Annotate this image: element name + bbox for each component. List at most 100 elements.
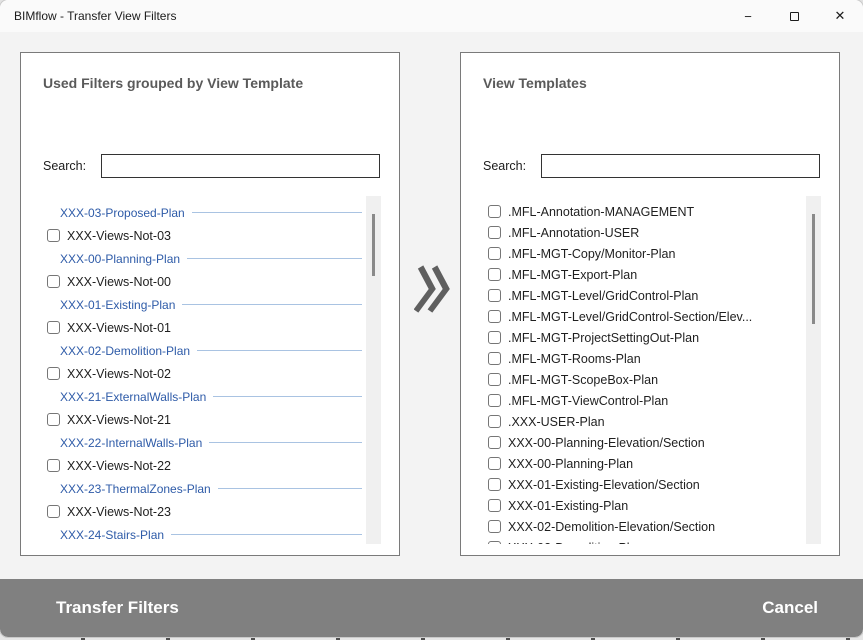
view-templates-search-input[interactable] — [541, 154, 820, 178]
checkbox-item-label: .MFL-MGT-Rooms-Plan — [508, 352, 641, 366]
checkbox-list-item[interactable]: XXX-Views-Not-21 — [30, 408, 366, 431]
checkbox-icon[interactable] — [47, 275, 60, 288]
group-separator-line — [171, 534, 362, 535]
checkbox-icon[interactable] — [488, 541, 501, 544]
checkbox-icon[interactable] — [488, 457, 501, 470]
checkbox-item-label: XXX-Views-Not-02 — [67, 367, 171, 381]
view-templates-panel-title: View Templates — [483, 75, 587, 91]
checkbox-list-item[interactable]: XXX-Views-Not-03 — [30, 224, 366, 247]
checkbox-icon[interactable] — [488, 478, 501, 491]
group-separator-line — [197, 350, 362, 351]
checkbox-icon[interactable] — [488, 373, 501, 386]
filter-group-row: XXX-21-ExternalWalls-Plan — [30, 385, 366, 408]
checkbox-list-item[interactable]: XXX-Views-Not-02 — [30, 362, 366, 385]
transfer-view-filters-dialog: BIMflow - Transfer View Filters − ✕ Used… — [0, 0, 863, 637]
checkbox-list-item[interactable]: .XXX-USER-Plan — [470, 411, 806, 432]
checkbox-list-item[interactable]: XXX-00-Planning-Elevation/Section — [470, 432, 806, 453]
checkbox-list-item[interactable]: XXX-02-Demolition-Elevation/Section — [470, 516, 806, 537]
checkbox-icon[interactable] — [488, 226, 501, 239]
checkbox-icon[interactable] — [488, 520, 501, 533]
checkbox-list-item[interactable]: XXX-Views-Not-23 — [30, 500, 366, 523]
checkbox-list-item[interactable]: .MFL-MGT-Rooms-Plan — [470, 348, 806, 369]
checkbox-list-item[interactable]: XXX-Views-Not-00 — [30, 270, 366, 293]
view-templates-scrollbar[interactable] — [806, 196, 821, 544]
scrollbar-thumb[interactable] — [812, 214, 815, 324]
checkbox-icon[interactable] — [488, 352, 501, 365]
transfer-direction-chevron-icon — [414, 263, 450, 315]
checkbox-icon[interactable] — [488, 436, 501, 449]
checkbox-icon[interactable] — [488, 499, 501, 512]
checkbox-item-label: XXX-Views-Not-21 — [67, 413, 171, 427]
view-templates-panel: View Templates Search: .MFL-Annotation-M… — [460, 52, 840, 556]
checkbox-item-label: .MFL-Annotation-MANAGEMENT — [508, 205, 694, 219]
checkbox-list-item[interactable]: .MFL-MGT-Level/GridControl-Section/Elev.… — [470, 306, 806, 327]
checkbox-icon[interactable] — [488, 394, 501, 407]
checkbox-list-item[interactable]: .MFL-MGT-Copy/Monitor-Plan — [470, 243, 806, 264]
checkbox-list-item[interactable]: .MFL-MGT-Export-Plan — [470, 264, 806, 285]
checkbox-icon[interactable] — [47, 367, 60, 380]
checkbox-icon[interactable] — [47, 321, 60, 334]
checkbox-list-item[interactable]: .MFL-MGT-ViewControl-Plan — [470, 390, 806, 411]
checkbox-item-label: XXX-02-Demolition-Plan — [508, 541, 643, 545]
filter-group-row: XXX-00-Planning-Plan — [30, 247, 366, 270]
checkbox-icon[interactable] — [47, 229, 60, 242]
group-separator-line — [192, 212, 362, 213]
group-separator-line — [218, 488, 362, 489]
title-bar: BIMflow - Transfer View Filters − ✕ — [0, 0, 863, 32]
group-header-label: XXX-01-Existing-Plan — [60, 298, 175, 312]
footer-bar: Transfer Filters Cancel — [0, 579, 863, 637]
checkbox-icon[interactable] — [488, 415, 501, 428]
checkbox-item-label: XXX-00-Planning-Plan — [508, 457, 633, 471]
checkbox-item-label: .MFL-MGT-ScopeBox-Plan — [508, 373, 658, 387]
checkbox-icon[interactable] — [47, 413, 60, 426]
checkbox-icon[interactable] — [488, 331, 501, 344]
checkbox-icon[interactable] — [47, 505, 60, 518]
used-filters-scrollbar[interactable] — [366, 196, 381, 544]
checkbox-item-label: XXX-01-Existing-Plan — [508, 499, 628, 513]
checkbox-icon[interactable] — [488, 205, 501, 218]
filter-group-row: XXX-02-Demolition-Plan — [30, 339, 366, 362]
close-button[interactable]: ✕ — [817, 0, 863, 32]
used-filters-panel-title: Used Filters grouped by View Template — [43, 75, 303, 91]
checkbox-list-item[interactable]: .MFL-MGT-Level/GridControl-Plan — [470, 285, 806, 306]
maximize-icon — [790, 12, 799, 21]
scrollbar-thumb[interactable] — [372, 214, 375, 276]
used-filters-list: XXX-03-Proposed-Plan XXX-Views-Not-03 XX… — [30, 196, 366, 544]
checkbox-list-item[interactable]: XXX-02-Demolition-Plan — [470, 537, 806, 544]
checkbox-item-label: XXX-00-Planning-Elevation/Section — [508, 436, 705, 450]
checkbox-list-item[interactable]: XXX-Views-Not-22 — [30, 454, 366, 477]
checkbox-list-item[interactable]: XXX-00-Planning-Plan — [470, 453, 806, 474]
checkbox-item-label: XXX-02-Demolition-Elevation/Section — [508, 520, 715, 534]
filter-group-row: XXX-23-ThermalZones-Plan — [30, 477, 366, 500]
checkbox-icon[interactable] — [47, 459, 60, 472]
group-header-label: XXX-02-Demolition-Plan — [60, 344, 190, 358]
minimize-button[interactable]: − — [725, 0, 771, 32]
checkbox-icon[interactable] — [488, 310, 501, 323]
checkbox-list-item[interactable]: .MFL-MGT-ProjectSettingOut-Plan — [470, 327, 806, 348]
checkbox-item-label: .MFL-MGT-Export-Plan — [508, 268, 637, 282]
transfer-filters-button[interactable]: Transfer Filters — [56, 598, 179, 618]
checkbox-icon[interactable] — [488, 247, 501, 260]
group-header-label: XXX-22-InternalWalls-Plan — [60, 436, 202, 450]
checkbox-icon[interactable] — [488, 289, 501, 302]
group-separator-line — [209, 442, 362, 443]
checkbox-list-item[interactable]: XXX-Views-Not-01 — [30, 316, 366, 339]
view-templates-search-row: Search: — [483, 154, 820, 178]
checkbox-list-item[interactable]: XXX-01-Existing-Plan — [470, 495, 806, 516]
checkbox-item-label: .XXX-USER-Plan — [508, 415, 605, 429]
window-controls: − ✕ — [725, 0, 863, 32]
maximize-button[interactable] — [771, 0, 817, 32]
checkbox-list-item[interactable]: XXX-01-Existing-Elevation/Section — [470, 474, 806, 495]
checkbox-list-item[interactable]: .MFL-Annotation-MANAGEMENT — [470, 201, 806, 222]
cancel-button[interactable]: Cancel — [762, 598, 818, 618]
checkbox-list-item[interactable]: .MFL-MGT-ScopeBox-Plan — [470, 369, 806, 390]
group-header-label: XXX-03-Proposed-Plan — [60, 206, 185, 220]
window-title: BIMflow - Transfer View Filters — [0, 9, 725, 23]
checkbox-item-label: XXX-Views-Not-23 — [67, 505, 171, 519]
checkbox-item-label: XXX-Views-Not-03 — [67, 229, 171, 243]
group-header-label: XXX-23-ThermalZones-Plan — [60, 482, 211, 496]
checkbox-item-label: XXX-Views-Not-01 — [67, 321, 171, 335]
used-filters-search-input[interactable] — [101, 154, 380, 178]
checkbox-icon[interactable] — [488, 268, 501, 281]
checkbox-list-item[interactable]: .MFL-Annotation-USER — [470, 222, 806, 243]
